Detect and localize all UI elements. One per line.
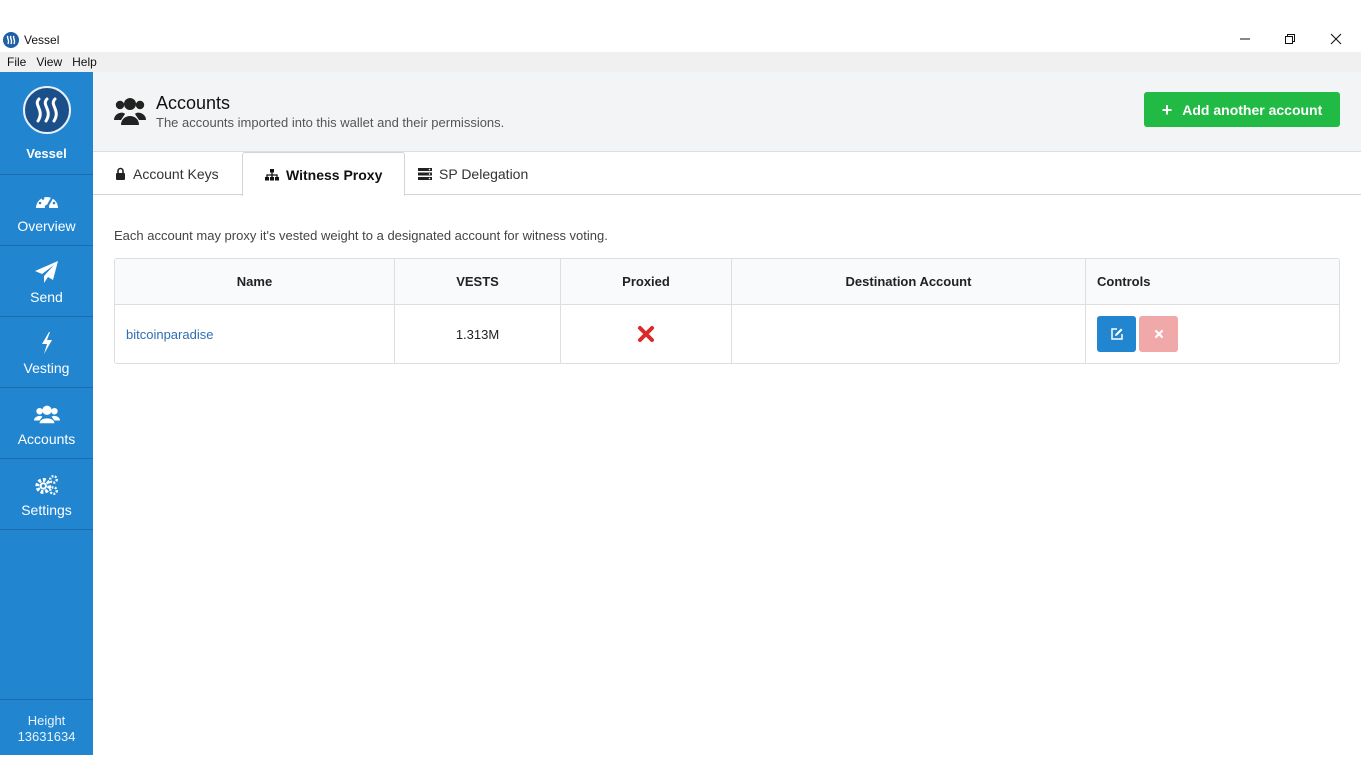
- sidebar-item-accounts[interactable]: Accounts: [0, 388, 93, 459]
- column-header-destination: Destination Account: [732, 259, 1086, 304]
- x-mark-icon: [638, 326, 654, 342]
- close-button[interactable]: [1313, 26, 1359, 52]
- sidebar-brand-label: Vessel: [26, 146, 67, 161]
- close-icon: [1330, 33, 1342, 45]
- page-title: Accounts: [156, 93, 231, 113]
- sidebar-item-label: Vesting: [23, 360, 70, 376]
- sidebar-item-settings[interactable]: Settings: [0, 459, 93, 530]
- menu-file[interactable]: File: [2, 55, 31, 69]
- tab-label: Witness Proxy: [286, 166, 383, 183]
- steem-logo-icon: [23, 86, 71, 134]
- sidebar-item-label: Settings: [21, 502, 72, 518]
- sidebar: Vessel Overview Send Vesting Accounts Se…: [0, 72, 93, 755]
- remove-proxy-button[interactable]: [1139, 316, 1178, 352]
- server-icon: [418, 167, 432, 180]
- witness-proxy-description: Each account may proxy it's vested weigh…: [114, 228, 608, 243]
- edit-proxy-button[interactable]: [1097, 316, 1136, 352]
- sidebar-item-label: Overview: [17, 218, 76, 234]
- tab-sp-delegation[interactable]: SP Delegation: [396, 152, 550, 195]
- minimize-button[interactable]: [1222, 26, 1268, 52]
- paper-plane-icon: [34, 260, 60, 284]
- lightning-icon: [34, 331, 60, 355]
- page-header: Accounts The accounts imported into this…: [93, 72, 1361, 152]
- table-header: Name VESTS Proxied Destination Account C…: [115, 259, 1339, 305]
- close-icon: [1154, 329, 1163, 339]
- tab-account-keys[interactable]: Account Keys: [93, 152, 241, 195]
- block-height-label: Height: [27, 713, 66, 728]
- tab-bar: Account Keys Witness Proxy SP Delegation: [93, 152, 1361, 196]
- title-bar: Vessel: [0, 0, 1361, 52]
- lock-icon: [116, 167, 125, 180]
- users-icon: [114, 94, 146, 126]
- column-header-proxied: Proxied: [561, 259, 732, 304]
- column-header-name: Name: [115, 259, 395, 304]
- sidebar-item-label: Send: [30, 289, 63, 305]
- window-title: Vessel: [24, 33, 60, 47]
- account-vests: 1.313M: [395, 305, 561, 363]
- column-header-controls: Controls: [1097, 274, 1151, 289]
- account-name-link[interactable]: bitcoinparadise: [115, 305, 395, 363]
- page-subtitle: The accounts imported into this wallet a…: [156, 115, 505, 130]
- row-controls: [1086, 305, 1339, 363]
- minimize-icon: [1240, 38, 1250, 40]
- destination-account: [732, 305, 1086, 363]
- plus-icon: +: [1161, 99, 1173, 120]
- sidebar-item-label: Accounts: [17, 431, 76, 447]
- dashboard-icon: [34, 189, 60, 213]
- menu-view[interactable]: View: [31, 55, 67, 69]
- window-bottom-edge: [0, 755, 1361, 784]
- sidebar-brand[interactable]: Vessel: [0, 72, 93, 175]
- edit-icon: [1110, 328, 1123, 340]
- sidebar-item-vesting[interactable]: Vesting: [0, 317, 93, 388]
- tab-label: Account Keys: [133, 165, 219, 182]
- sidebar-item-send[interactable]: Send: [0, 246, 93, 317]
- block-height: Height 13631634: [0, 699, 93, 755]
- proxied-status: [561, 305, 732, 363]
- column-header-vests: VESTS: [395, 259, 561, 304]
- app-logo-icon: [3, 32, 19, 48]
- restore-button[interactable]: [1267, 26, 1313, 52]
- table-row: bitcoinparadise 1.313M: [115, 305, 1339, 363]
- tab-witness-proxy[interactable]: Witness Proxy: [242, 152, 406, 196]
- sidebar-item-overview[interactable]: Overview: [0, 175, 93, 246]
- block-height-value: 13631634: [17, 729, 76, 744]
- tab-label: SP Delegation: [439, 165, 529, 182]
- menu-bar: File View Help: [0, 52, 1361, 72]
- add-account-button-label: Add another account: [1182, 101, 1323, 118]
- gears-icon: [34, 473, 60, 497]
- sitemap-icon: [265, 168, 279, 180]
- add-account-button[interactable]: + Add another account: [1144, 92, 1340, 127]
- witness-proxy-table: Name VESTS Proxied Destination Account C…: [114, 258, 1340, 364]
- users-icon: [34, 402, 60, 426]
- menu-help[interactable]: Help: [67, 55, 102, 69]
- restore-icon: [1285, 34, 1295, 44]
